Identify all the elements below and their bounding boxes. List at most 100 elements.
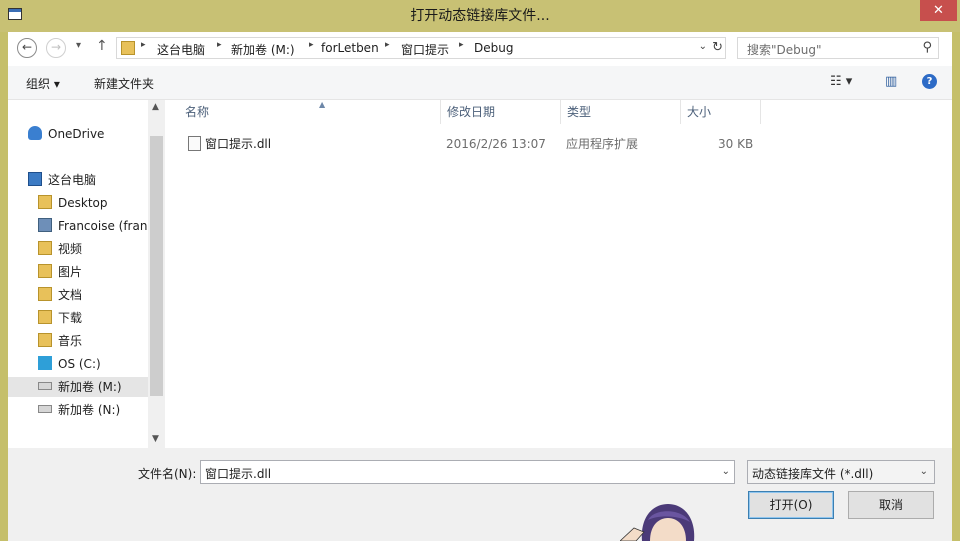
- new-folder-button[interactable]: 新建文件夹: [94, 75, 154, 92]
- network-computer-icon: [38, 218, 52, 232]
- filetype-dropdown-icon[interactable]: ⌄: [920, 466, 928, 477]
- scrollbar-thumb[interactable]: [150, 136, 163, 396]
- sidebar-item-drive-m[interactable]: 新加卷 (M:): [8, 377, 148, 397]
- sidebar-item-documents[interactable]: 文档: [38, 285, 82, 305]
- sidebar-item-drive-n[interactable]: 新加卷 (N:): [38, 400, 120, 420]
- sidebar-item-label: 图片: [58, 265, 83, 279]
- file-name: 窗口提示.dll: [205, 137, 272, 151]
- folder-icon: [38, 310, 52, 324]
- dll-file-icon: [188, 136, 201, 151]
- dialog-footer: 文件名(N): 窗口提示.dll ⌄ 动态链接库文件 (*.dll) ⌄ 打开(…: [8, 448, 952, 541]
- breadcrumb-item[interactable]: 这台电脑: [157, 41, 205, 58]
- filename-dropdown-icon[interactable]: ⌄: [722, 466, 730, 477]
- filename-input[interactable]: 窗口提示.dll ⌄: [200, 460, 735, 484]
- filename-value: 窗口提示.dll: [205, 467, 272, 481]
- file-name-cell: 窗口提示.dll: [188, 133, 271, 155]
- breadcrumb-separator[interactable]: ▸: [141, 40, 146, 50]
- sidebar-item-downloads[interactable]: 下载: [38, 308, 82, 328]
- sidebar-item-pictures[interactable]: 图片: [38, 262, 82, 282]
- filetype-select[interactable]: 动态链接库文件 (*.dll) ⌄: [747, 460, 935, 484]
- recent-locations-chevron-icon[interactable]: ▾: [76, 40, 81, 51]
- preview-pane-icon[interactable]: ▥: [885, 74, 897, 89]
- windows-drive-icon: [38, 356, 52, 370]
- search-placeholder: 搜索"Debug": [747, 43, 822, 57]
- sidebar-item-label: 新加卷 (M:): [58, 380, 122, 394]
- sidebar-item-os-c[interactable]: OS (C:): [38, 354, 101, 374]
- drive-icon: [38, 405, 52, 413]
- sidebar-item-label: Desktop: [58, 196, 108, 210]
- sidebar-item-label: 文档: [58, 288, 83, 302]
- open-button[interactable]: 打开(O): [748, 491, 834, 519]
- sidebar-item-music[interactable]: 音乐: [38, 331, 82, 351]
- command-toolbar: 组织 ▾ 新建文件夹 ☷ ▾ ▥ ?: [8, 66, 952, 100]
- file-type: 应用程序扩展: [566, 137, 639, 151]
- sidebar-item-network-pc[interactable]: Francoise (francoise-pc): [38, 216, 148, 236]
- column-header-label: 名称: [185, 105, 210, 119]
- breadcrumb-item[interactable]: forLetben: [321, 41, 379, 55]
- filename-label: 文件名(N):: [138, 467, 197, 481]
- up-arrow-icon[interactable]: ↑: [96, 38, 108, 54]
- sidebar-item-label: 音乐: [58, 334, 83, 348]
- breadcrumb-item[interactable]: Debug: [474, 41, 513, 55]
- refresh-icon[interactable]: ↻: [712, 40, 723, 55]
- forward-button[interactable]: →: [46, 38, 66, 58]
- folder-icon: [38, 333, 52, 347]
- scroll-up-icon[interactable]: ▲: [152, 102, 159, 112]
- breadcrumb-separator[interactable]: ▸: [385, 40, 390, 50]
- folder-icon: [121, 41, 135, 55]
- breadcrumb-separator[interactable]: ▸: [459, 40, 464, 50]
- breadcrumb-item[interactable]: 新加卷 (M:): [231, 41, 295, 58]
- column-header-label: 类型: [567, 105, 592, 119]
- window-border: [952, 32, 960, 541]
- column-header-label: 修改日期: [447, 105, 496, 119]
- search-input[interactable]: 搜索"Debug" ⚲: [737, 37, 939, 59]
- sidebar-item-onedrive[interactable]: OneDrive: [28, 124, 104, 144]
- sidebar-item-label: 这台电脑: [48, 173, 97, 187]
- computer-icon: [28, 172, 42, 186]
- navigation-bar: ← → ▾ ↑ ▸ 这台电脑 ▸ 新加卷 (M:) ▸ forLetben ▸ …: [8, 32, 952, 66]
- sidebar-item-label: 视频: [58, 242, 83, 256]
- sidebar-item-desktop[interactable]: Desktop: [38, 193, 108, 213]
- navigation-scrollbar[interactable]: ▲ ▼: [148, 100, 165, 448]
- sort-ascending-icon: ▲: [319, 100, 326, 109]
- address-bar[interactable]: ▸ 这台电脑 ▸ 新加卷 (M:) ▸ forLetben ▸ 窗口提示 ▸ D…: [116, 37, 726, 59]
- search-icon[interactable]: ⚲: [922, 40, 932, 55]
- breadcrumb-item[interactable]: 窗口提示: [401, 41, 449, 58]
- sidebar-item-label: OneDrive: [48, 127, 105, 141]
- help-icon[interactable]: ?: [922, 74, 937, 89]
- dialog-body: ← → ▾ ↑ ▸ 这台电脑 ▸ 新加卷 (M:) ▸ forLetben ▸ …: [8, 32, 952, 541]
- breadcrumb-separator[interactable]: ▸: [309, 40, 314, 50]
- sidebar-item-videos[interactable]: 视频: [38, 239, 82, 259]
- close-button[interactable]: ✕: [920, 0, 957, 21]
- cloud-icon: [28, 126, 42, 140]
- file-row[interactable]: 窗口提示.dll 2016/2/26 13:07 应用程序扩展 30 KB: [185, 133, 765, 155]
- navigation-pane: OneDrive 这台电脑 Desktop Francoise (francoi…: [8, 100, 148, 448]
- file-size: 30 KB: [718, 137, 754, 151]
- sidebar-item-label: 新加卷 (N:): [58, 403, 121, 417]
- sidebar-item-this-pc[interactable]: 这台电脑: [28, 170, 96, 190]
- anime-character-illustration: [620, 504, 695, 541]
- filetype-value: 动态链接库文件 (*.dll): [752, 467, 874, 481]
- view-options-icon[interactable]: ☷ ▾: [830, 74, 852, 89]
- folder-icon: [38, 195, 52, 209]
- sidebar-item-label: 下载: [58, 311, 83, 325]
- address-dropdown-icon[interactable]: ⌄: [699, 41, 707, 52]
- back-button[interactable]: ←: [17, 38, 37, 58]
- column-header-label: 大小: [687, 105, 712, 119]
- column-header-size[interactable]: 大小: [681, 100, 761, 124]
- sidebar-item-label: Francoise (francoise-pc): [58, 219, 148, 233]
- organize-button[interactable]: 组织 ▾: [26, 75, 60, 92]
- window-title: 打开动态链接库文件...: [410, 8, 550, 24]
- sidebar-item-label: OS (C:): [58, 357, 101, 371]
- title-bar: 打开动态链接库文件... ✕: [0, 0, 960, 32]
- folder-icon: [38, 264, 52, 278]
- breadcrumb-separator[interactable]: ▸: [217, 40, 222, 50]
- column-header-name[interactable]: ▲ 名称: [179, 100, 441, 124]
- column-header-type[interactable]: 类型: [561, 100, 681, 124]
- cancel-button[interactable]: 取消: [848, 491, 934, 519]
- folder-icon: [38, 241, 52, 255]
- folder-icon: [38, 287, 52, 301]
- file-list-pane: ▲ 名称 修改日期 类型 大小 窗口提示.dll 2016/2/26 13:07…: [165, 100, 952, 448]
- scroll-down-icon[interactable]: ▼: [152, 434, 159, 444]
- column-header-date[interactable]: 修改日期: [441, 100, 561, 124]
